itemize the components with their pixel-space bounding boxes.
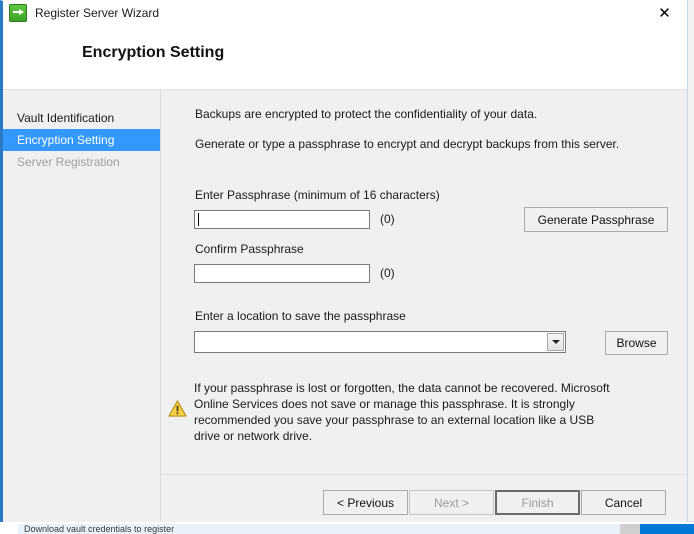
chevron-down-icon[interactable]	[547, 333, 564, 351]
confirm-passphrase-label: Confirm Passphrase	[195, 242, 304, 256]
enter-passphrase-label: Enter Passphrase (minimum of 16 characte…	[195, 188, 440, 202]
window-title: Register Server Wizard	[35, 6, 160, 20]
main-panel: Backups are encrypted to protect the con…	[161, 90, 687, 522]
generate-passphrase-button[interactable]: Generate Passphrase	[524, 207, 668, 232]
warning-text: If your passphrase is lost or forgotten,…	[194, 381, 610, 443]
background-window-strip: Download vault credentials to register	[0, 521, 694, 534]
page-title: Encryption Setting	[82, 44, 225, 61]
previous-button[interactable]: < Previous	[323, 490, 408, 515]
title-bar: Register Server Wizard ✕	[3, 1, 687, 25]
sidebar-item-encryption-setting[interactable]: Encryption Setting	[3, 129, 160, 151]
finish-button: Finish	[495, 490, 580, 515]
next-button: Next >	[409, 490, 494, 515]
browse-button[interactable]: Browse	[605, 331, 668, 355]
enter-passphrase-input[interactable]	[194, 210, 370, 229]
background-scrollbar	[620, 524, 640, 534]
background-list-row: Download vault credentials to register	[18, 524, 638, 534]
intro-text-line-1: Backups are encrypted to protect the con…	[195, 107, 538, 121]
footer-divider	[161, 474, 687, 475]
dialog-body: Vault Identification Encryption Setting …	[3, 89, 687, 522]
close-icon[interactable]: ✕	[642, 1, 687, 25]
sidebar-item-vault-identification[interactable]: Vault Identification	[3, 107, 160, 129]
confirm-passphrase-input[interactable]	[194, 264, 370, 283]
intro-text-line-2: Generate or type a passphrase to encrypt…	[195, 137, 620, 151]
sidebar-item-server-registration: Server Registration	[17, 155, 120, 169]
background-accent-bar	[640, 524, 694, 534]
register-server-wizard-dialog: Register Server Wizard ✕ Encryption Sett…	[0, 0, 688, 522]
location-combobox[interactable]	[194, 331, 566, 353]
wizard-step-sidebar: Vault Identification Encryption Setting …	[3, 90, 160, 522]
location-label: Enter a location to save the passphrase	[195, 309, 406, 323]
cancel-button[interactable]: Cancel	[581, 490, 666, 515]
text-caret	[198, 213, 199, 226]
dialog-header: Encryption Setting	[3, 25, 687, 89]
confirm-passphrase-counter: (0)	[380, 266, 395, 280]
enter-passphrase-counter: (0)	[380, 212, 395, 226]
green-arrow-icon	[9, 4, 27, 22]
warning-triangle-icon	[168, 400, 187, 417]
